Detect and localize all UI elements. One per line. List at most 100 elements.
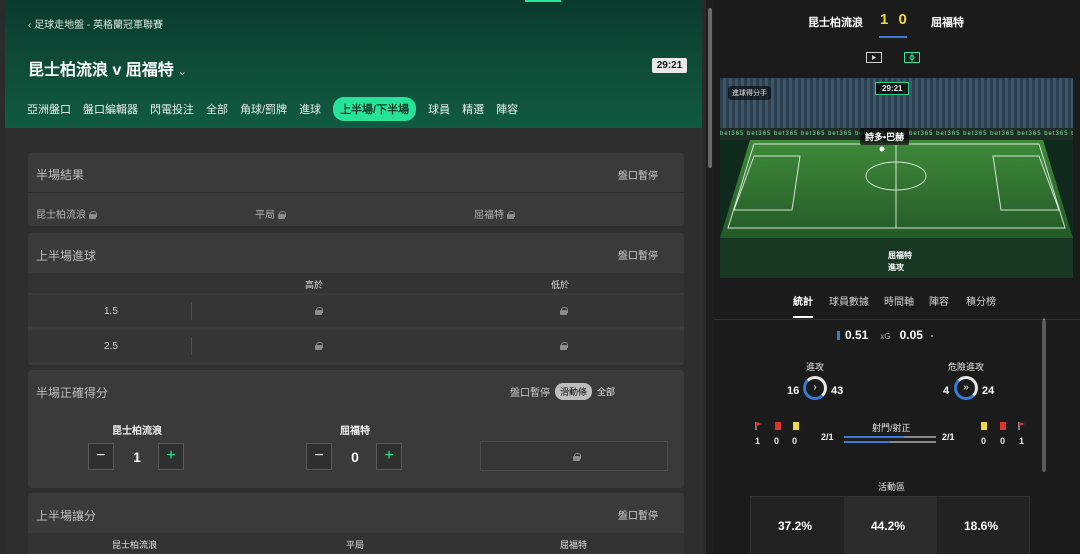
away-minus-button[interactable]: − (306, 443, 332, 470)
shots-away: 2/1 (942, 432, 955, 442)
home-plus-button[interactable]: + (158, 443, 184, 470)
match-clock: 29:21 (652, 58, 687, 73)
column-home-label: 昆士柏流浪 (112, 540, 158, 550)
dangerous-attacks-label: 危險進攻 (948, 362, 985, 372)
lock-icon[interactable] (560, 307, 568, 315)
score-underline (879, 36, 907, 38)
stats-scrollbar[interactable] (1042, 320, 1046, 472)
tab-bet-builder[interactable]: 盤口編輯器 (83, 101, 138, 117)
lock-icon[interactable] (315, 342, 323, 350)
selection-draw[interactable]: 平局 (255, 206, 286, 221)
divider (191, 337, 192, 355)
breadcrumb-label: 足球走地盤 - 英格蘭冠軍聯賽 (34, 20, 163, 31)
player-name-label: 詩多•巴赫 (860, 128, 910, 145)
tab-standings[interactable]: 積分榜 (966, 293, 996, 308)
shots-on-target-home-bar (844, 441, 890, 443)
home-team-name: 昆士柏流浪 (808, 17, 863, 29)
dangerous-attacks-ring: » (954, 376, 978, 400)
tab-lineups[interactable]: 陣容 (496, 101, 518, 117)
pitch-view-icon[interactable] (904, 52, 920, 63)
red-card-icon (1000, 422, 1006, 430)
tab-asian-handicap[interactable]: 亞洲盤口 (27, 101, 71, 117)
home-color-bar (837, 331, 840, 340)
possession-team: 屈福特 (888, 251, 912, 260)
slider-toggle[interactable]: 滑動條 (555, 383, 593, 400)
column-over-label: 高於 (305, 280, 324, 290)
selection-label: 平局 (255, 210, 275, 221)
xg-row: 0.51 xG 0.05 (837, 328, 933, 342)
shots-home: 2/1 (821, 432, 834, 442)
possession-action: 進攻 (888, 263, 904, 272)
pitch-clock: 29:21 (875, 82, 910, 95)
markets-list: 半場結果 盤口暫停 昆士柏流浪 平局 屈福特 上半場進球 盤口暫停 高於 低於 … (5, 128, 702, 554)
attacks-away: 43 (831, 385, 844, 397)
tab-stats[interactable]: 統計 (793, 293, 813, 308)
selection-away[interactable]: 屈福特 (474, 206, 515, 221)
tab-all[interactable]: 全部 (206, 101, 228, 117)
market-status: 盤口暫停 (618, 511, 658, 522)
xg-home: 0.51 (845, 328, 869, 342)
xg-away: 0.05 (899, 328, 923, 342)
market-tabs: 亞洲盤口 盤口編輯器 閃電投注 全部 角球/罰牌 進球 上半場/下半場 球員 精… (27, 97, 530, 121)
lock-icon (278, 211, 286, 220)
tab-halves[interactable]: 上半場/下半場 (333, 97, 417, 121)
lock-icon (507, 211, 515, 220)
score: 1 0 (880, 11, 910, 28)
video-icon[interactable] (866, 52, 882, 63)
tab-goals[interactable]: 進球 (299, 101, 321, 117)
possession-info: 屈福特 進攻 (888, 250, 912, 274)
market-title[interactable]: 上半場讓分 (36, 507, 96, 524)
away-plus-button[interactable]: + (376, 443, 402, 470)
selection-label: 屈福特 (474, 210, 504, 221)
market-title[interactable]: 上半場進球 (36, 247, 96, 264)
market-halftime-correct-score: 半場正確得分 盤口暫停 滑動條 全部 昆士柏流浪 屈福特 − 1 + − 0 + (28, 370, 684, 488)
match-header: ‹ 足球走地盤 - 英格蘭冠軍聯賽 昆士柏流浪 v 屈福特 ⌄ 29:21 亞洲盤… (5, 0, 702, 128)
tab-player-stats[interactable]: 球員數據 (829, 293, 869, 308)
away-color-dot (930, 335, 933, 337)
shots-away-bar (904, 436, 936, 438)
market-title[interactable]: 半場結果 (36, 166, 84, 183)
column-header: 昆士柏流浪 平局 屈福特 (28, 533, 684, 553)
match-live-panel: 昆士柏流浪 1 0 屈福特 bet365 bet365 bet365 bet36… (714, 0, 1080, 554)
activity-label: 活動區 (878, 482, 906, 492)
attacks-label: 進攻 (806, 362, 825, 372)
home-corners: 1 (755, 436, 761, 446)
match-title[interactable]: 昆士柏流浪 v 屈福特 ⌄ (28, 56, 187, 80)
tab-lineup[interactable]: 陣容 (929, 293, 949, 308)
tab-quick-bet[interactable]: 閃電投注 (150, 101, 194, 117)
all-toggle[interactable]: 全部 (597, 385, 615, 398)
corner-flag-icon (755, 422, 762, 430)
market-title[interactable]: 半場正確得分 (36, 384, 108, 401)
lock-icon[interactable] (315, 307, 323, 315)
breadcrumb[interactable]: ‹ 足球走地盤 - 英格蘭冠軍聯賽 (28, 16, 163, 31)
tab-players[interactable]: 球員 (428, 101, 450, 117)
tab-timeline[interactable]: 時間軸 (884, 293, 914, 308)
ball-icon (879, 146, 885, 152)
column-under-label: 低於 (551, 280, 570, 290)
stats-tabs: 統計 球員數據 時間軸 陣容 積分榜 (714, 290, 1080, 320)
score-bet-slot[interactable] (480, 441, 668, 471)
tab-featured[interactable]: 精選 (462, 101, 484, 117)
home-red-cards: 0 (774, 436, 780, 446)
red-card-icon (775, 422, 781, 430)
selection-home[interactable]: 昆士柏流浪 (36, 206, 97, 221)
market-status: 盤口暫停 (618, 171, 658, 182)
home-minus-button[interactable]: − (88, 443, 114, 470)
market-status: 盤口暫停 (618, 251, 658, 262)
market-first-half-goals: 上半場進球 盤口暫停 高於 低於 1.5 2.5 (28, 233, 684, 365)
tab-corners-cards[interactable]: 角球/罰牌 (240, 101, 287, 117)
goalscorer-badge[interactable]: 進球得分手 (728, 86, 771, 100)
shots-label: 射門/射正 (872, 423, 911, 433)
lock-icon (573, 453, 581, 461)
chevron-right-icon: › (813, 382, 817, 393)
corner-flag-icon (1018, 422, 1025, 430)
divider (28, 192, 684, 193)
scrollbar-thumb[interactable] (708, 8, 712, 168)
lock-icon[interactable] (560, 342, 568, 350)
active-tab-indicator (793, 316, 813, 318)
goal-line: 2.5 (104, 341, 118, 352)
markets-scrollbar[interactable] (706, 0, 714, 554)
chevron-down-icon: ⌄ (177, 66, 188, 78)
selection-label: 昆士柏流浪 (36, 210, 86, 221)
column-draw-label: 平局 (346, 540, 365, 550)
